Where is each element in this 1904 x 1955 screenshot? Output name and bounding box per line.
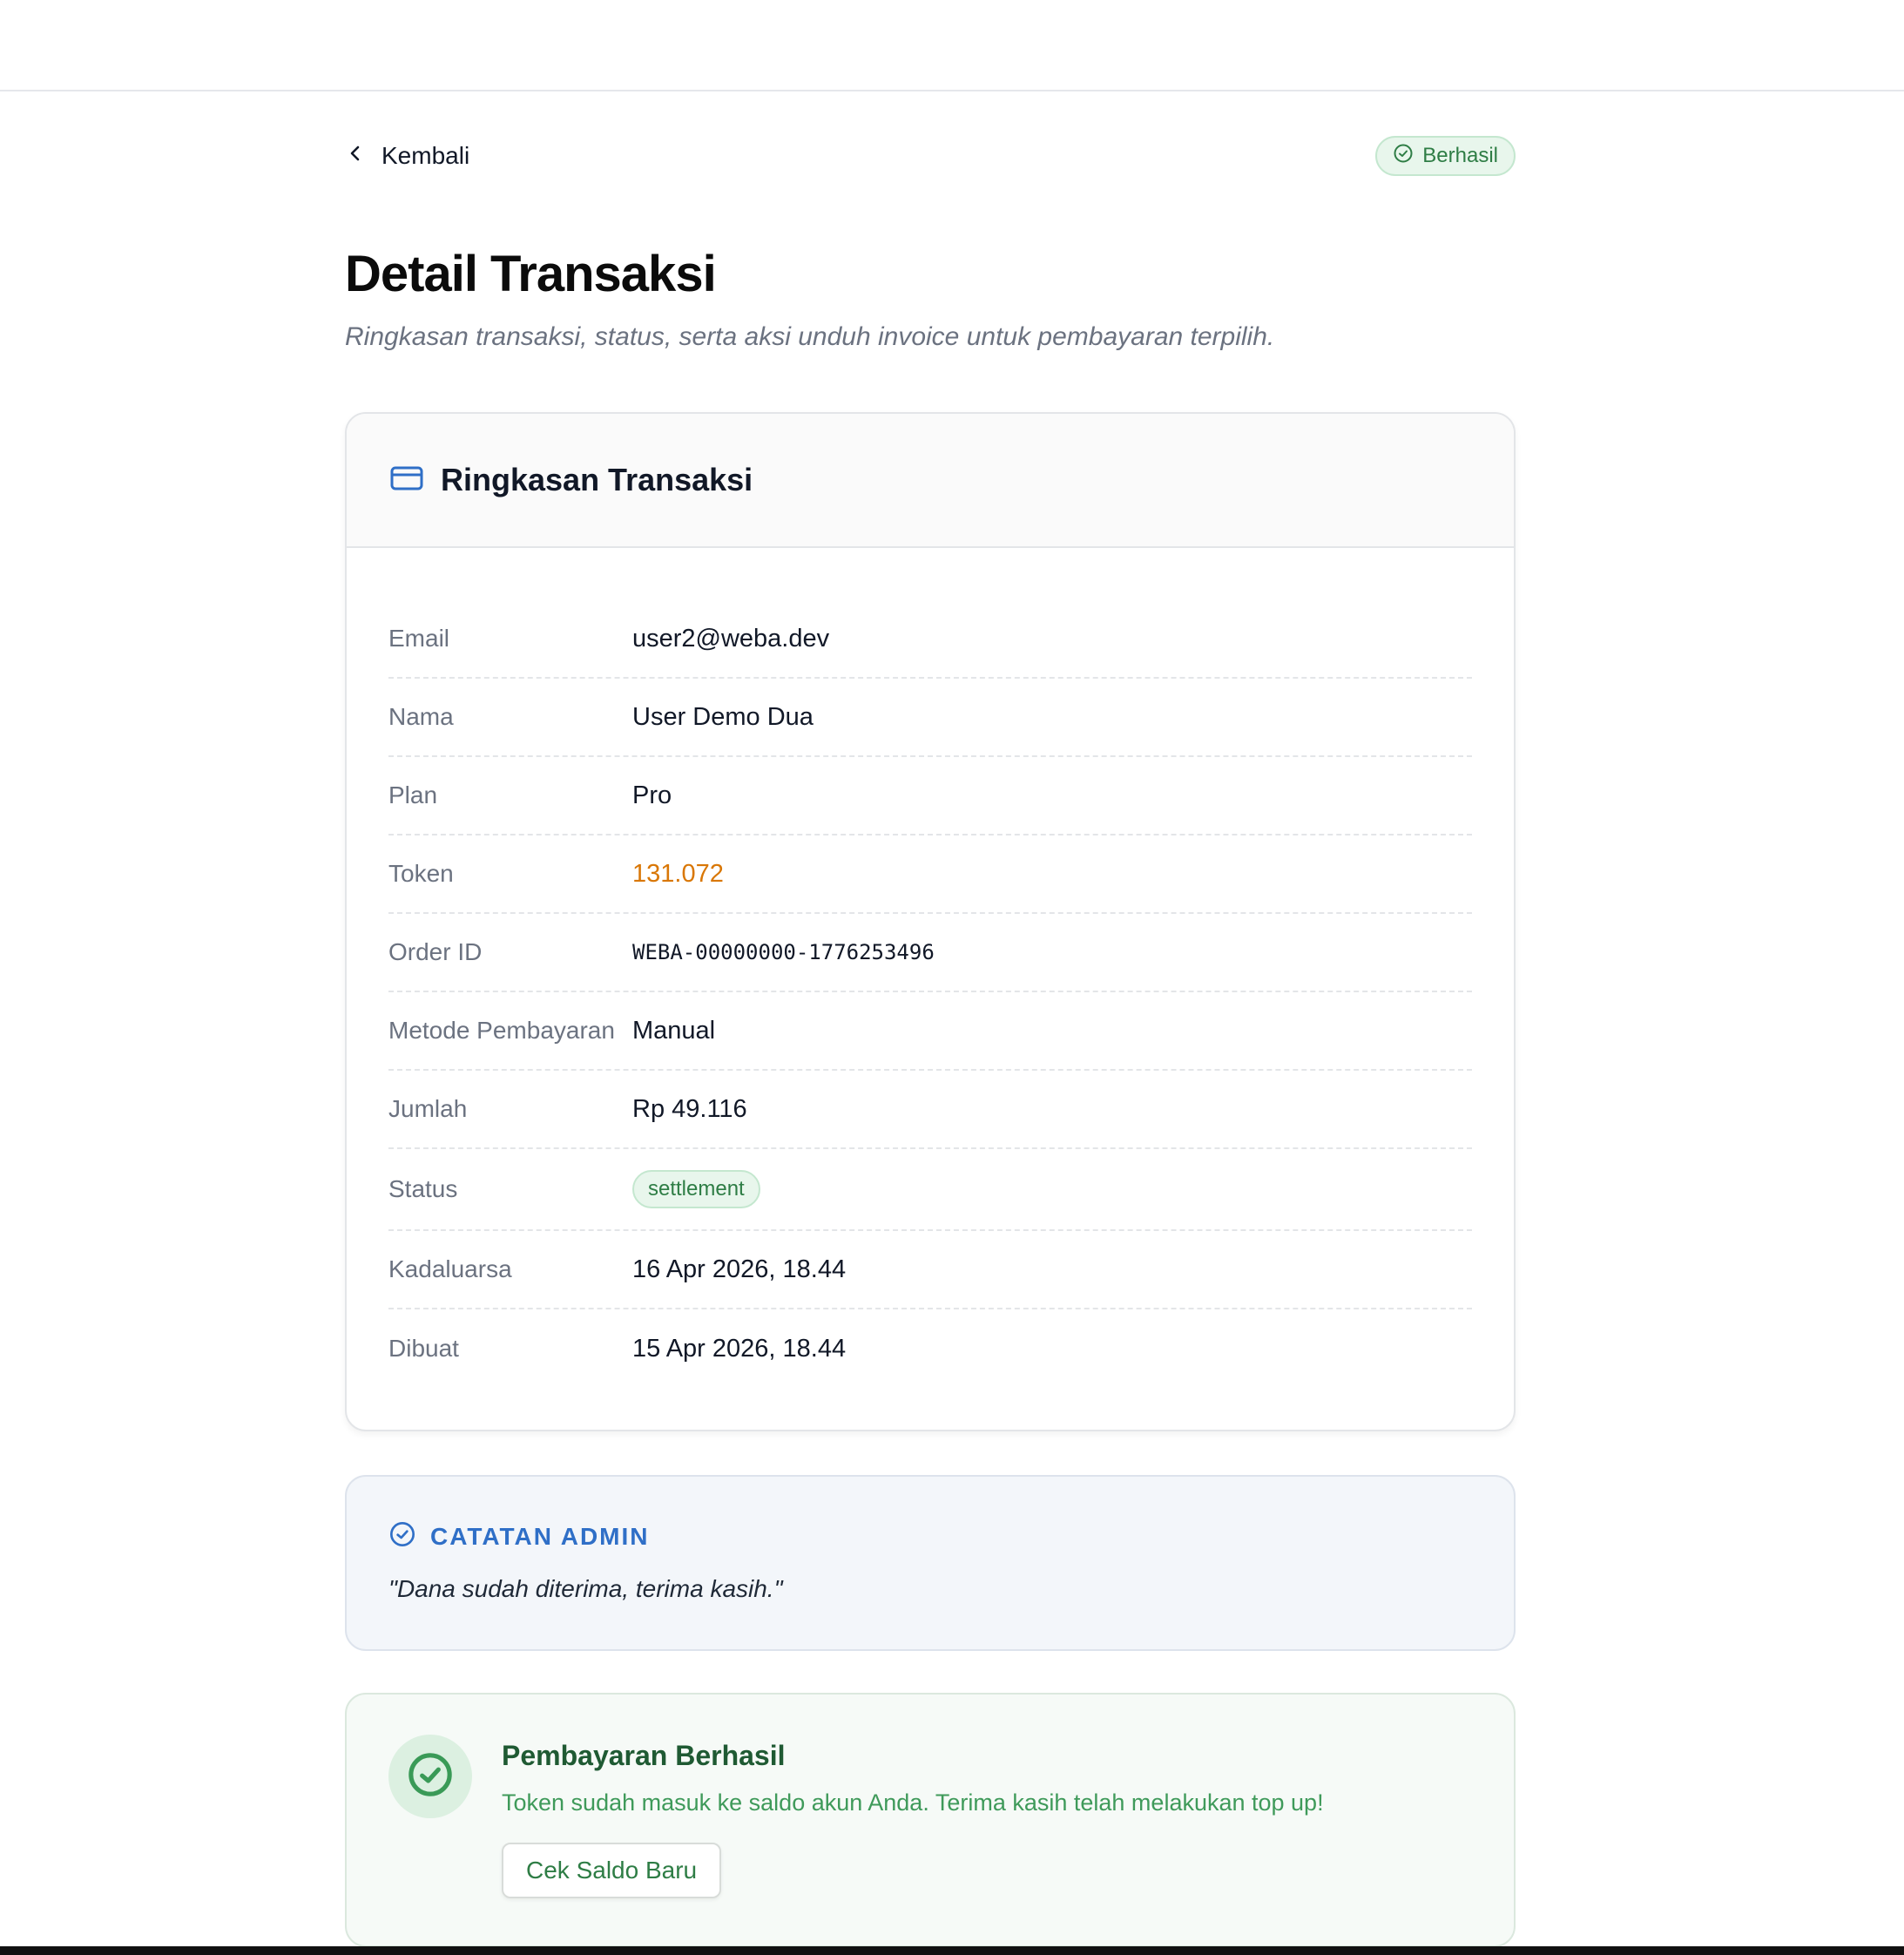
admin-note-title: CATATAN ADMIN [430, 1522, 650, 1550]
settlement-status-badge: settlement [632, 1170, 760, 1208]
row-label: Dibuat [388, 1335, 459, 1362]
row-label: Status [388, 1175, 458, 1202]
main-content: Kembali Berhasil Detail Transaksi Ringka… [345, 91, 1516, 1947]
payment-success-card: Pembayaran Berhasil Token sudah masuk ke… [345, 1693, 1516, 1947]
admin-note-card: CATATAN ADMIN "Dana sudah diterima, teri… [345, 1475, 1516, 1651]
summary-card-title: Ringkasan Transaksi [441, 462, 753, 497]
success-title: Pembayaran Berhasil [502, 1740, 786, 1771]
row-value: 15 Apr 2026, 18.44 [632, 1334, 847, 1363]
token-value: 131.072 [632, 859, 724, 888]
row-expiry: Kadaluarsa 16 Apr 2026, 18.44 [388, 1231, 1472, 1309]
row-label: Order ID [388, 938, 483, 965]
page-subtitle: Ringkasan transaksi, status, serta aksi … [345, 322, 1275, 351]
row-label: Token [388, 860, 454, 887]
row-amount: Jumlah Rp 49.116 [388, 1071, 1472, 1149]
check-circle-icon [388, 1520, 416, 1552]
success-body: Pembayaran Berhasil Token sudah masuk ke… [502, 1735, 1324, 1945]
row-value: Manual [632, 1016, 716, 1045]
row-value: Rp 49.116 [632, 1094, 747, 1123]
check-circle-icon [406, 1750, 455, 1803]
row-label: Plan [388, 781, 438, 808]
row-label: Email [388, 625, 450, 652]
admin-note-header: CATATAN ADMIN [388, 1520, 1472, 1552]
order-id-value: WEBA-00000000-1776253496 [632, 940, 935, 964]
status-badge: Berhasil [1375, 136, 1516, 176]
summary-rows: Email user2@weba.dev Nama User Demo Dua … [347, 548, 1514, 1430]
top-bar [0, 0, 1904, 91]
check-circle-icon [1393, 143, 1414, 170]
page-title: Detail Transaksi [345, 246, 717, 302]
success-text: Token sudah masuk ke saldo akun Anda. Te… [502, 1789, 1324, 1816]
status-badge-label: Berhasil [1422, 144, 1498, 167]
row-created: Dibuat 15 Apr 2026, 18.44 [388, 1309, 1472, 1388]
admin-note-text: "Dana sudah diterima, terima kasih." [388, 1575, 783, 1602]
row-label: Metode Pembayaran [388, 1017, 615, 1044]
check-balance-button[interactable]: Cek Saldo Baru [502, 1843, 722, 1898]
row-status: Status settlement [388, 1149, 1472, 1231]
header-row: Kembali Berhasil [345, 91, 1516, 233]
credit-card-icon [390, 465, 423, 496]
back-button[interactable]: Kembali [345, 142, 469, 170]
row-payment-method: Metode Pembayaran Manual [388, 992, 1472, 1071]
row-token: Token 131.072 [388, 835, 1472, 914]
row-value: User Demo Dua [632, 702, 814, 731]
row-value: user2@weba.dev [632, 624, 830, 653]
bottom-edge [0, 1946, 1904, 1955]
row-label: Kadaluarsa [388, 1255, 512, 1282]
summary-card-header: Ringkasan Transaksi [347, 414, 1514, 548]
row-plan: Plan Pro [388, 757, 1472, 835]
row-value: 16 Apr 2026, 18.44 [632, 1255, 847, 1283]
row-label: Jumlah [388, 1095, 468, 1122]
row-order-id: Order ID WEBA-00000000-1776253496 [388, 914, 1472, 992]
chevron-left-icon [345, 142, 366, 170]
row-value: Pro [632, 781, 672, 809]
summary-card: Ringkasan Transaksi Email user2@weba.dev… [345, 412, 1516, 1431]
row-label: Nama [388, 703, 454, 730]
back-label: Kembali [381, 142, 470, 169]
row-name: Nama User Demo Dua [388, 679, 1472, 757]
row-email: Email user2@weba.dev [388, 600, 1472, 679]
success-icon-container [388, 1735, 472, 1818]
